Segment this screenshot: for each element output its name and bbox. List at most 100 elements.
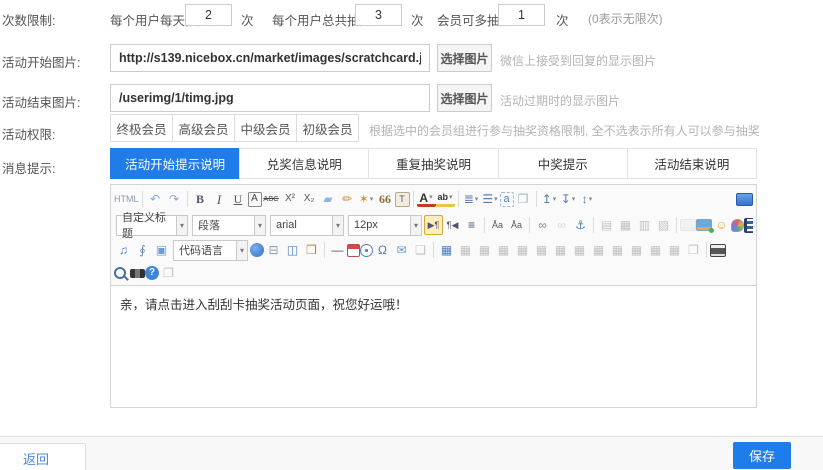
- image-right-icon: ▥: [635, 215, 654, 235]
- rich-text-editor: HTML↶↷BIUAABCX²X₂▰✏✶66TAab≣☰a❐↥↧↕自定义标题▾段…: [110, 184, 757, 408]
- message-tab-5[interactable]: 活动结束说明: [627, 148, 757, 179]
- attachment-icon[interactable]: ∮: [133, 240, 152, 260]
- italic-icon[interactable]: I: [210, 189, 229, 209]
- end-image-pick-button[interactable]: 选择图片: [437, 84, 492, 112]
- highlight-color-icon[interactable]: ab: [436, 192, 455, 207]
- date-icon[interactable]: [347, 244, 360, 257]
- special-char-icon[interactable]: Ω: [373, 240, 392, 260]
- lowercase-icon[interactable]: Åa: [507, 215, 526, 235]
- align-icon[interactable]: ↧: [559, 189, 578, 209]
- permission-group-1[interactable]: 终极会员: [110, 114, 173, 142]
- columns-icon[interactable]: ◫: [283, 240, 302, 260]
- toolbar-separator: [484, 217, 485, 233]
- pagebreak-icon[interactable]: ⊟: [264, 240, 283, 260]
- limits-note: (0表示无限次): [588, 10, 663, 27]
- image-left-icon: ▤: [597, 215, 616, 235]
- video-icon[interactable]: [744, 218, 753, 233]
- chevron-down-icon: ▾: [236, 241, 247, 260]
- heading-select[interactable]: 自定义标题▾: [116, 215, 188, 236]
- end-image-input[interactable]: [110, 84, 430, 112]
- delete-table-icon: ▦: [456, 240, 475, 260]
- toolbar-separator: [433, 242, 434, 258]
- undo-icon[interactable]: ↶: [146, 189, 165, 209]
- border-text-icon[interactable]: A: [248, 192, 262, 207]
- uppercase-icon[interactable]: Åa: [488, 215, 507, 235]
- toolbar-separator: [593, 217, 594, 233]
- delete-col-icon: ▦: [570, 240, 589, 260]
- message-tab-1[interactable]: 活动开始提示说明: [110, 148, 240, 179]
- code-language-select[interactable]: 代码语言▾: [173, 240, 248, 261]
- snapshot-icon[interactable]: ❒: [302, 240, 321, 260]
- indent-paragraph-icon[interactable]: ≡: [462, 215, 481, 235]
- save-button[interactable]: 保存: [733, 442, 791, 469]
- new-doc-icon[interactable]: ❐: [514, 189, 533, 209]
- total-input[interactable]: [355, 4, 402, 26]
- split-cols-icon: ▦: [608, 240, 627, 260]
- music-icon[interactable]: ♫: [114, 240, 133, 260]
- message-tabs: 活动开始提示说明兑奖信息说明重复抽奖说明中奖提示活动结束说明: [110, 148, 757, 179]
- line-height-icon[interactable]: ↕: [578, 189, 597, 209]
- total-unit: 次: [411, 10, 424, 29]
- redo-icon[interactable]: ↷: [165, 189, 184, 209]
- ltr-icon[interactable]: ▶¶: [424, 215, 443, 235]
- fontsize-select[interactable]: 12px▾: [348, 215, 422, 236]
- emoji-icon[interactable]: ☺: [712, 215, 731, 235]
- fullscreen-icon[interactable]: [736, 193, 753, 206]
- unordered-list-icon[interactable]: ☰: [481, 189, 500, 209]
- toolbar-separator: [413, 191, 414, 207]
- back-button[interactable]: 返回: [0, 443, 86, 470]
- anchor-icon[interactable]: a: [500, 192, 514, 207]
- per-day-unit: 次: [241, 10, 254, 29]
- start-image-pick-button[interactable]: 选择图片: [437, 44, 492, 72]
- paragraph-select[interactable]: 段落▾: [192, 215, 266, 236]
- insert-image-icon[interactable]: [696, 219, 712, 231]
- autotypeset-icon[interactable]: ✶: [357, 189, 376, 209]
- permission-group-2[interactable]: 高级会员: [172, 114, 235, 142]
- strikethrough-icon[interactable]: ABC: [262, 189, 281, 209]
- subscript-icon[interactable]: X₂: [300, 189, 319, 209]
- paste-text-icon[interactable]: T: [395, 192, 410, 207]
- toolbar-separator: [676, 217, 677, 233]
- html-source-icon[interactable]: HTML: [114, 189, 139, 209]
- help-icon[interactable]: ?: [145, 266, 159, 280]
- indent-icon[interactable]: ↥: [540, 189, 559, 209]
- find-replace-icon[interactable]: [130, 269, 145, 278]
- image-block-icon: ▧: [654, 215, 673, 235]
- note-icon[interactable]: ✉: [392, 240, 411, 260]
- eraser-icon[interactable]: ▰: [319, 189, 338, 209]
- per-day-input[interactable]: [185, 4, 232, 26]
- blockquote-icon[interactable]: 66: [376, 189, 395, 209]
- insert-code-icon[interactable]: [250, 243, 264, 257]
- preview-icon[interactable]: [114, 267, 126, 279]
- message-tab-4[interactable]: 中奖提示: [498, 148, 628, 179]
- member-extra-input[interactable]: [498, 4, 545, 26]
- footer-bar: [0, 436, 823, 470]
- rtl-icon[interactable]: ¶◀: [443, 215, 462, 235]
- chevron-down-icon: ▾: [254, 216, 265, 235]
- time-icon[interactable]: [360, 244, 373, 257]
- image-icon: [680, 219, 696, 231]
- start-image-input[interactable]: [110, 44, 430, 72]
- hr-icon[interactable]: —: [328, 240, 347, 260]
- insert-table-icon[interactable]: ▦: [437, 240, 456, 260]
- scrawl-icon[interactable]: [731, 219, 744, 232]
- font-color-icon[interactable]: A: [417, 191, 436, 207]
- permission-group-4[interactable]: 初级会员: [296, 114, 359, 142]
- font-select[interactable]: arial▾: [270, 215, 344, 236]
- message-tab-2[interactable]: 兑奖信息说明: [239, 148, 369, 179]
- anchor-point-icon[interactable]: ⚓: [571, 215, 590, 235]
- toolbar-separator: [458, 191, 459, 207]
- permission-group-3[interactable]: 中级会员: [234, 114, 297, 142]
- format-painter-icon[interactable]: ✏: [338, 189, 357, 209]
- print-icon[interactable]: [710, 244, 726, 257]
- link-icon[interactable]: ∞: [533, 215, 552, 235]
- editor-content[interactable]: 亲，请点击进入刮刮卡抽奖活动页面，祝您好运哦！: [111, 286, 756, 407]
- bold-icon[interactable]: B: [191, 189, 210, 209]
- end-image-label: 活动结束图片:: [2, 92, 80, 111]
- editor-toolbar: HTML↶↷BIUAABCX²X₂▰✏✶66TAab≣☰a❐↥↧↕自定义标题▾段…: [111, 185, 756, 286]
- map-icon[interactable]: ▣: [152, 240, 171, 260]
- ordered-list-icon[interactable]: ≣: [462, 189, 481, 209]
- superscript-icon[interactable]: X²: [281, 189, 300, 209]
- underline-icon[interactable]: U: [229, 189, 248, 209]
- message-tab-3[interactable]: 重复抽奖说明: [368, 148, 498, 179]
